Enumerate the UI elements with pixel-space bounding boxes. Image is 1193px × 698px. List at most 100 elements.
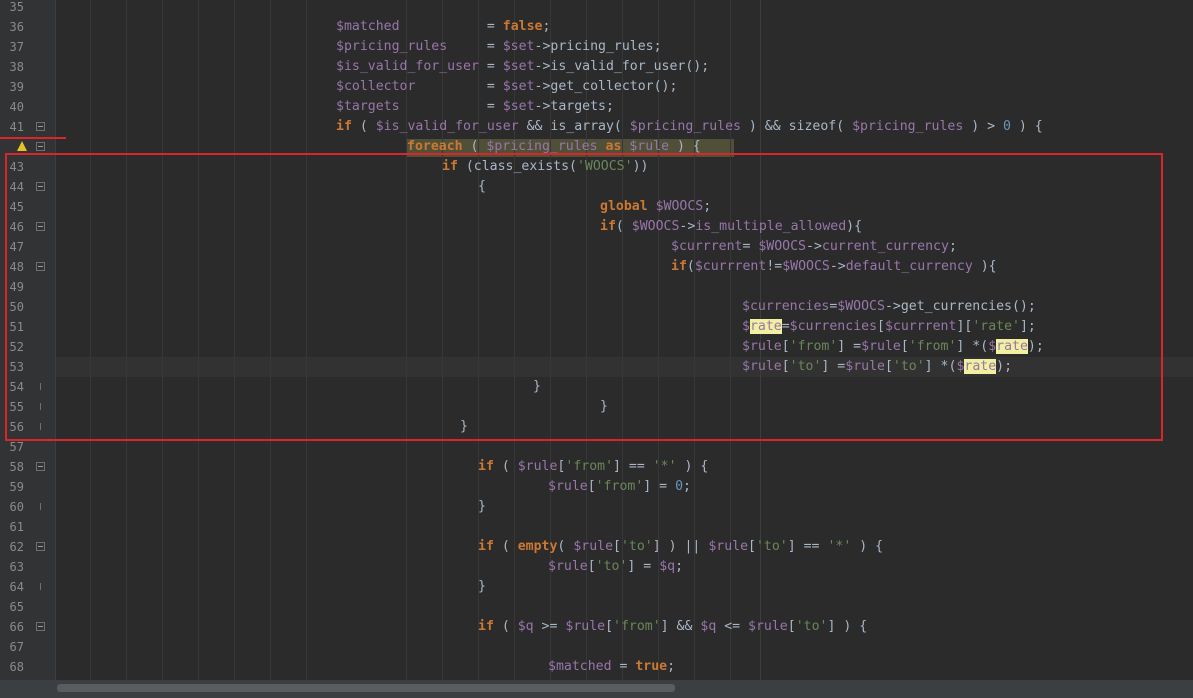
fold-toggle-icon[interactable] [36,542,45,551]
line-number: 37 [9,40,24,54]
code-token: $collector [336,79,416,94]
code-token: $rule [629,139,670,154]
code-token: $pricing_rules [852,119,964,134]
code-token: empty [517,539,558,554]
line-number: 61 [9,520,24,534]
code-token: ( [493,459,518,474]
code-token: ( [557,539,574,554]
fold-toggle-icon[interactable] [36,462,45,471]
line-number: 60 [9,500,24,514]
line-number: 38 [9,60,24,74]
code-token: [ [587,559,596,574]
code-text: if ( $q >= $rule['from'] && $q <= $rule[… [478,617,867,637]
line-number: 59 [9,480,24,494]
line-number: 36 [9,20,24,34]
code-token: ] = [627,559,660,574]
code-line[interactable]: 38 $is_valid_for_user = $set->is_valid_fo… [0,57,1193,77]
code-line[interactable]: 60} [0,497,1193,517]
line-number: 68 [9,660,24,674]
error-marker [0,137,66,139]
warning-icon[interactable] [17,141,27,151]
code-token: 'from' [565,459,614,474]
code-line[interactable]: 35 [0,0,1193,17]
code-token: if [336,119,352,134]
code-line[interactable]: 62 if ( empty( $rule['to'] ) || $rule['to… [0,537,1193,557]
code-line[interactable]: 36 $matched = false; [0,17,1193,37]
code-line[interactable]: 67 [0,637,1193,657]
line-number: 58 [9,460,24,474]
code-token: $rule [517,459,558,474]
code-token: = [447,39,503,54]
code-token: '*' [827,539,852,554]
code-token: as [605,139,622,154]
code-line[interactable]: 58 if ( $rule['from'] == '*' ) { [0,457,1193,477]
code-token: = [399,99,503,114]
code-token: 0 [1002,119,1011,134]
code-token: $q [700,619,717,634]
code-token: $targets [336,99,400,114]
code-line[interactable]: 65 [0,597,1193,617]
scrollbar-thumb[interactable] [57,684,675,692]
code-token: $rule [573,539,614,554]
code-token: ] ) || [652,539,709,554]
code-token: $set [502,59,535,74]
code-token: ) > [963,119,1003,134]
code-token: = [399,19,503,34]
line-number: 65 [9,600,24,614]
code-token: ( [493,539,518,554]
code-token: if [478,619,494,634]
code-line[interactable]: 39 $collector = $set->get_collector(); [0,77,1193,97]
code-line[interactable]: 66 if ( $q >= $rule['from'] && $q <= $rul… [0,617,1193,637]
code-line[interactable]: 64} [0,577,1193,597]
code-text: } [478,497,486,517]
code-token: foreach [407,139,463,154]
fold-toggle-icon[interactable] [36,122,45,131]
code-text: if ( $is_valid_for_user && is_array( $pr… [336,117,1043,137]
code-token: ->targets; [534,99,614,114]
code-text: $matched = false; [336,17,550,37]
code-token: ->get_collector(); [534,79,678,94]
line-number: 39 [9,80,24,94]
code-token: ( [493,619,518,634]
code-token: false [502,19,543,34]
code-text: $rule['from'] = 0; [548,477,691,497]
code-token: ( [351,119,376,134]
code-token: 'to' [755,539,788,554]
code-line[interactable]: 40 $targets = $set->targets; [0,97,1193,117]
code-token: $set [502,99,535,114]
code-token: 'from' [613,619,661,634]
code-token: [ [787,619,796,634]
code-token: $q [659,559,676,574]
code-line[interactable]: 63 $rule['to'] = $q; [0,557,1193,577]
code-line[interactable]: 37 $pricing_rules = $set->pricing_rules; [0,37,1193,57]
horizontal-scrollbar[interactable] [0,680,1193,698]
code-token: $rule [548,479,588,494]
code-token: ) { [1010,119,1043,134]
code-token: ( [462,139,487,154]
code-line[interactable]: 59 $rule['from'] = 0; [0,477,1193,497]
code-text: $collector = $set->get_collector(); [336,77,677,97]
code-token: ->is_valid_for_user(); [534,59,710,74]
code-token: $rule [565,619,606,634]
code-line[interactable]: 68 $matched = true; [0,657,1193,677]
code-token: ) && sizeof( [740,119,853,134]
code-token: 'to' [620,539,653,554]
fold-end-icon [40,583,41,590]
line-number: 35 [9,0,24,14]
code-token: ->pricing_rules; [534,39,662,54]
code-text: $is_valid_for_user = $set->is_valid_for_… [336,57,709,77]
code-text: } [478,577,486,597]
code-token: ) { [676,459,709,474]
code-editor[interactable]: 35 36 $matched = false; 37 $pricing_rules = … [0,0,1193,680]
code-token: 'to' [795,619,828,634]
fold-end-icon [40,503,41,510]
code-token: ] = [643,479,676,494]
code-line[interactable]: 61 [0,517,1193,537]
code-token: [ [587,479,596,494]
line-number: 67 [9,640,24,654]
fold-toggle-icon[interactable] [36,622,45,631]
fold-toggle-icon[interactable] [36,142,45,151]
code-line[interactable]: 41 if ( $is_valid_for_user && is_array( $… [0,117,1193,137]
code-token: 'from' [595,479,644,494]
code-token: true [635,659,668,674]
